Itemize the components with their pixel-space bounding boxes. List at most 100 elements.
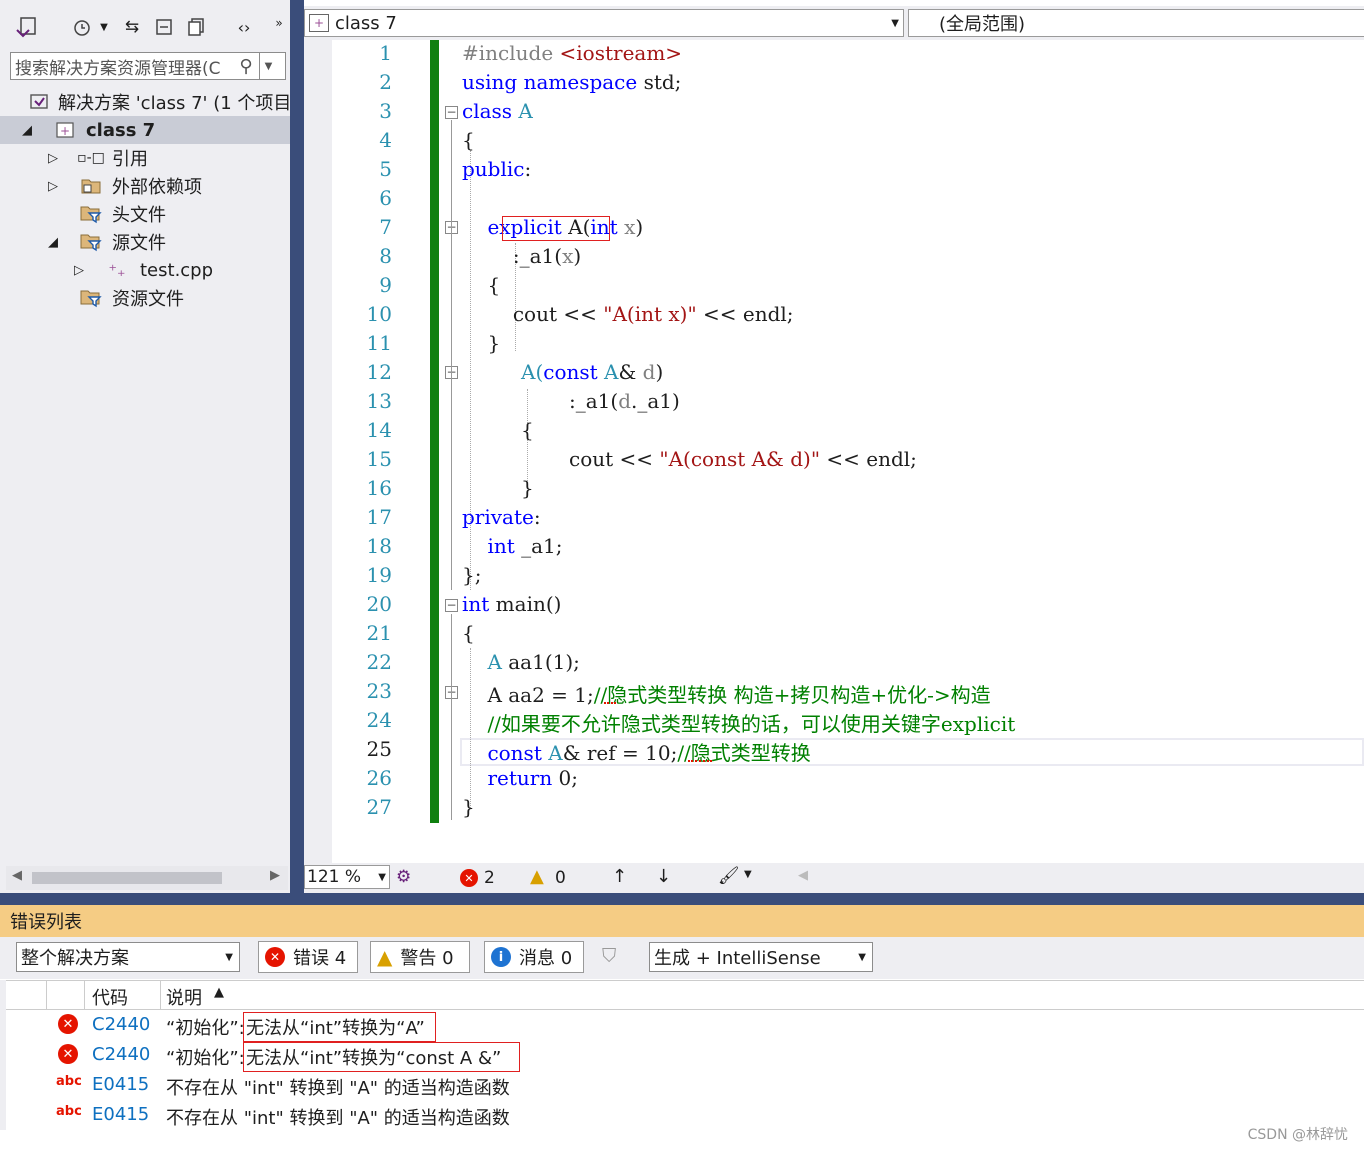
scrollbar-thumb[interactable] (32, 872, 222, 884)
collapse-icon[interactable]: − (445, 599, 458, 612)
tree-item-label: 头文件 (112, 205, 166, 226)
show-all-files-icon[interactable] (182, 12, 210, 42)
history-icon[interactable] (64, 12, 98, 42)
arrow-up-icon[interactable]: ↑ (612, 866, 627, 887)
filter-icon[interactable]: ⛉ (602, 945, 616, 967)
error-code-link[interactable]: C2440 (92, 1014, 150, 1035)
error-row[interactable]: abc E0415 不存在从 "int" 转换到 "A" 的适当构造函数 (6, 1070, 1364, 1100)
cleanup-brush-icon[interactable]: 🖌 (718, 866, 740, 886)
expanded-arrow-icon[interactable]: ◢ (22, 123, 32, 138)
code-line-11: } (487, 331, 501, 355)
filter-folder-icon (80, 232, 102, 252)
collapse-icon[interactable]: − (445, 106, 458, 119)
collapsed-arrow-icon[interactable]: ▷ (48, 151, 58, 166)
overflow-icon[interactable]: » (272, 8, 286, 38)
tree-item-external-deps[interactable]: ▷ 外部依赖项 (0, 172, 290, 200)
panel-splitter[interactable] (0, 893, 1364, 905)
scope-dropdown[interactable]: (全局范围) (908, 9, 1364, 37)
build-filter-dropdown[interactable]: 生成 + IntelliSense ▼ (649, 942, 873, 972)
intellisense-abc-icon: abc (56, 1074, 82, 1089)
collapsed-arrow-icon[interactable]: ▷ (74, 263, 84, 278)
warning-count[interactable]: 0 (555, 868, 566, 888)
code-line-25: const A& ref = 10;//隐式类型转换 (487, 741, 811, 765)
chevron-down-icon[interactable]: ▼ (744, 869, 752, 880)
tree-item-resource-files[interactable]: 资源文件 (0, 284, 290, 312)
collapsed-arrow-icon[interactable]: ▷ (48, 179, 58, 194)
code-line-13: :_a1(d._a1) (569, 389, 680, 413)
line-number: 15 (366, 447, 392, 471)
tree-item-header-files[interactable]: 头文件 (0, 200, 290, 228)
scroll-left-icon[interactable]: ◀ (12, 868, 22, 883)
code-line-17: private: (462, 505, 541, 529)
column-header-code[interactable]: 代码 (92, 984, 128, 1010)
tree-item-test-cpp[interactable]: ▷ ⁺₊ test.cpp (0, 256, 290, 284)
error-row[interactable]: ✕ C2440 “初始化”: 无法从“int”转换为“const A &” (6, 1040, 1364, 1072)
column-header-description[interactable]: 说明 (166, 984, 202, 1010)
error-description: “初始化”: (166, 1048, 245, 1069)
zoom-dropdown[interactable]: 121 % ▼ (304, 865, 390, 889)
column-divider (46, 981, 47, 1009)
explicit-highlight-box (502, 216, 610, 241)
errors-filter-label: 错误 4 (293, 948, 347, 969)
tree-item-references[interactable]: ▷ ▫‑□ 引用 (0, 144, 290, 172)
line-number: 22 (366, 650, 392, 674)
warnings-filter-button[interactable]: ▲ 警告 0 (370, 941, 470, 973)
code-line-2: using namespace std; (462, 70, 682, 94)
error-row[interactable]: ✕ C2440 “初始化”: 无法从“int”转换为“A” (6, 1010, 1364, 1042)
line-number: 3 (379, 99, 392, 123)
vs-solution-icon[interactable] (12, 12, 40, 42)
errors-filter-button[interactable]: ✕ 错误 4 (258, 941, 358, 973)
error-code-link[interactable]: E0415 (92, 1104, 149, 1125)
warning-icon[interactable]: ▲ (530, 866, 544, 887)
expanded-arrow-icon[interactable]: ◢ (48, 235, 58, 250)
line-number: 26 (366, 766, 392, 790)
error-squiggle (688, 758, 712, 762)
error-icon[interactable]: ✕ (460, 869, 478, 887)
tree-item-label: 解决方案 'class 7' (1 个项目, (58, 93, 290, 114)
solution-search-input[interactable]: 搜索解决方案资源管理器(C ⚲ ▼ (10, 52, 286, 80)
project-icon: + (309, 14, 329, 32)
error-row[interactable]: abc E0415 不存在从 "int" 转换到 "A" 的适当构造函数 (6, 1100, 1364, 1130)
search-icon[interactable]: ⚲ (233, 56, 259, 77)
saved-changes-bar (430, 40, 439, 823)
error-list-title-text: 错误列表 (10, 912, 82, 933)
error-list-toolbar: 整个解决方案 ▼ ✕ 错误 4 ▲ 警告 0 i 消息 0 ⛉ 生成 + Int… (0, 937, 1364, 979)
error-count[interactable]: 2 (484, 868, 495, 888)
chevron-down-icon: ▼ (891, 17, 899, 29)
code-view-icon[interactable]: ‹› (230, 12, 258, 42)
scope-filter-dropdown[interactable]: 整个解决方案 ▼ (16, 942, 240, 972)
scroll-left-icon[interactable]: ◀ (798, 868, 808, 883)
project-dropdown[interactable]: + class 7 ▼ (304, 9, 904, 37)
code-line-4: { (462, 128, 475, 152)
search-options-dropdown[interactable]: ▼ (259, 53, 277, 79)
tree-item-project[interactable]: ◢ + class 7 (0, 116, 290, 144)
sync-icon[interactable]: ⇆ (118, 12, 146, 42)
line-number: 23 (366, 679, 392, 703)
warning-icon: ▲ (377, 945, 393, 969)
code-line-1: #include <iostream> (462, 41, 683, 65)
editor-navigation-bar: + class 7 ▼ (全局范围) (304, 6, 1364, 40)
line-number: 4 (379, 128, 392, 152)
sort-ascending-icon: ▲ (214, 985, 224, 1000)
code-line-12: A(const A& d) (521, 360, 664, 384)
chevron-down-icon[interactable]: ▼ (98, 12, 110, 42)
line-number: 19 (366, 563, 392, 587)
panel-splitter[interactable] (290, 0, 304, 893)
error-code-link[interactable]: E0415 (92, 1074, 149, 1095)
messages-filter-button[interactable]: i 消息 0 (484, 941, 584, 973)
info-icon: i (491, 947, 511, 967)
arrow-down-icon[interactable]: ↓ (656, 866, 671, 887)
scroll-right-icon[interactable]: ▶ (270, 868, 280, 883)
tree-item-label: 引用 (112, 149, 148, 170)
code-line-24: //如果要不允许隐式类型转换的话，可以使用关键字explicit (487, 712, 1016, 736)
horizontal-scrollbar[interactable]: ◀ ▶ (6, 866, 288, 890)
health-icon[interactable]: ⚙ (396, 867, 411, 887)
line-number: 2 (379, 70, 392, 94)
tree-item-solution[interactable]: 解决方案 'class 7' (1 个项目, (0, 88, 290, 116)
solution-explorer-toolbar: ▼ ⇆ ‹› » (6, 8, 288, 48)
collapse-all-icon[interactable] (150, 12, 178, 42)
error-code-link[interactable]: C2440 (92, 1044, 150, 1065)
error-description: 不存在从 "int" 转换到 "A" 的适当构造函数 (166, 1078, 510, 1099)
tree-item-label: 源文件 (112, 233, 166, 254)
tree-item-source-files[interactable]: ◢ 源文件 (0, 228, 290, 256)
